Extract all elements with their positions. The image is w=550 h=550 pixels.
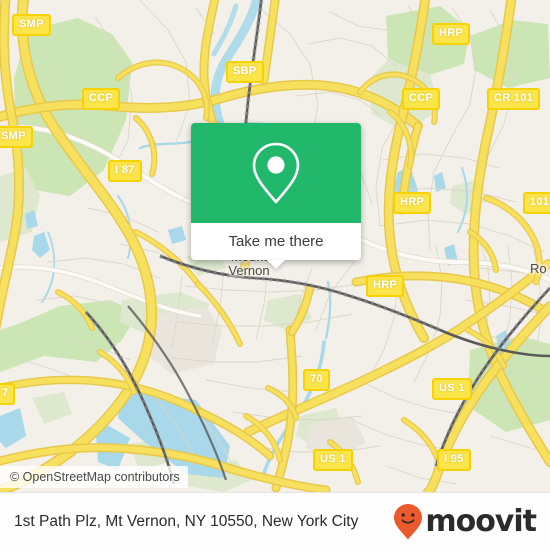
popup-tail-pointer — [267, 260, 285, 269]
shield-label: I 87 — [115, 164, 135, 176]
footer-bar: 1st Path Plz, Mt Vernon, NY 10550, New Y… — [0, 492, 550, 550]
map-popup-card[interactable]: Take me there — [191, 123, 361, 269]
shield-label: CCP — [409, 92, 434, 104]
shield-i-87[interactable]: I 87 — [108, 160, 142, 182]
shield-label: 7 — [2, 387, 9, 399]
shield-i-95[interactable]: I 95 — [437, 449, 471, 471]
shield-label: 70 — [310, 373, 323, 385]
address-title: 1st Path Plz, Mt Vernon, NY 10550, New Y… — [14, 512, 359, 530]
shield-smp[interactable]: SMP — [12, 14, 51, 36]
shield-hrp-2[interactable]: HRP — [393, 192, 432, 214]
take-me-there-label: Take me there — [228, 233, 324, 250]
shield-us-1-2[interactable]: US 1 — [313, 449, 353, 471]
shield-label: SMP — [19, 18, 44, 30]
shield-101[interactable]: 101 — [523, 192, 550, 214]
shield-label: US 1 — [439, 382, 465, 394]
shield-label: HRP — [439, 27, 464, 39]
location-pin-icon — [252, 142, 300, 204]
shield-smp-2[interactable]: SMP — [0, 126, 33, 148]
shield-label: CCP — [89, 92, 114, 104]
shield-label: 101 — [530, 196, 550, 208]
map-attribution[interactable]: © OpenStreetMap contributors — [0, 466, 188, 488]
popup-header — [191, 123, 361, 223]
shield-label: SBP — [233, 65, 257, 77]
shield-label: US 1 — [320, 453, 346, 465]
shield-label: SMP — [1, 130, 26, 142]
popup-footer[interactable]: Take me there — [191, 223, 361, 269]
shield-sbp[interactable]: SBP — [226, 61, 264, 83]
shield-hrp-1[interactable]: HRP — [432, 23, 471, 45]
moovit-pin-smiley-logo-icon — [394, 503, 423, 539]
shield-70[interactable]: 70 — [303, 369, 330, 391]
shield-label: HRP — [400, 196, 425, 208]
shield-label: I 95 — [444, 453, 464, 465]
shield-7[interactable]: 7 — [0, 383, 16, 405]
shield-us-1-1[interactable]: US 1 — [432, 378, 472, 400]
shield-ccp-2[interactable]: CCP — [402, 88, 441, 110]
map-screenshot: .w { fill:#A8D8EA; } .wl { stroke:#A8D8E… — [0, 0, 550, 550]
moovit-logo[interactable]: moovit — [393, 503, 537, 541]
shield-label: CR 101 — [494, 92, 534, 104]
shield-cr-101[interactable]: CR 101 — [487, 88, 541, 110]
shield-ccp-1[interactable]: CCP — [82, 88, 121, 110]
map-canvas[interactable]: .w { fill:#A8D8EA; } .wl { stroke:#A8D8E… — [0, 0, 550, 492]
shield-hrp-3[interactable]: HRP — [366, 275, 405, 297]
shield-label: HRP — [373, 279, 398, 291]
moovit-wordmark: moovit — [425, 503, 537, 539]
